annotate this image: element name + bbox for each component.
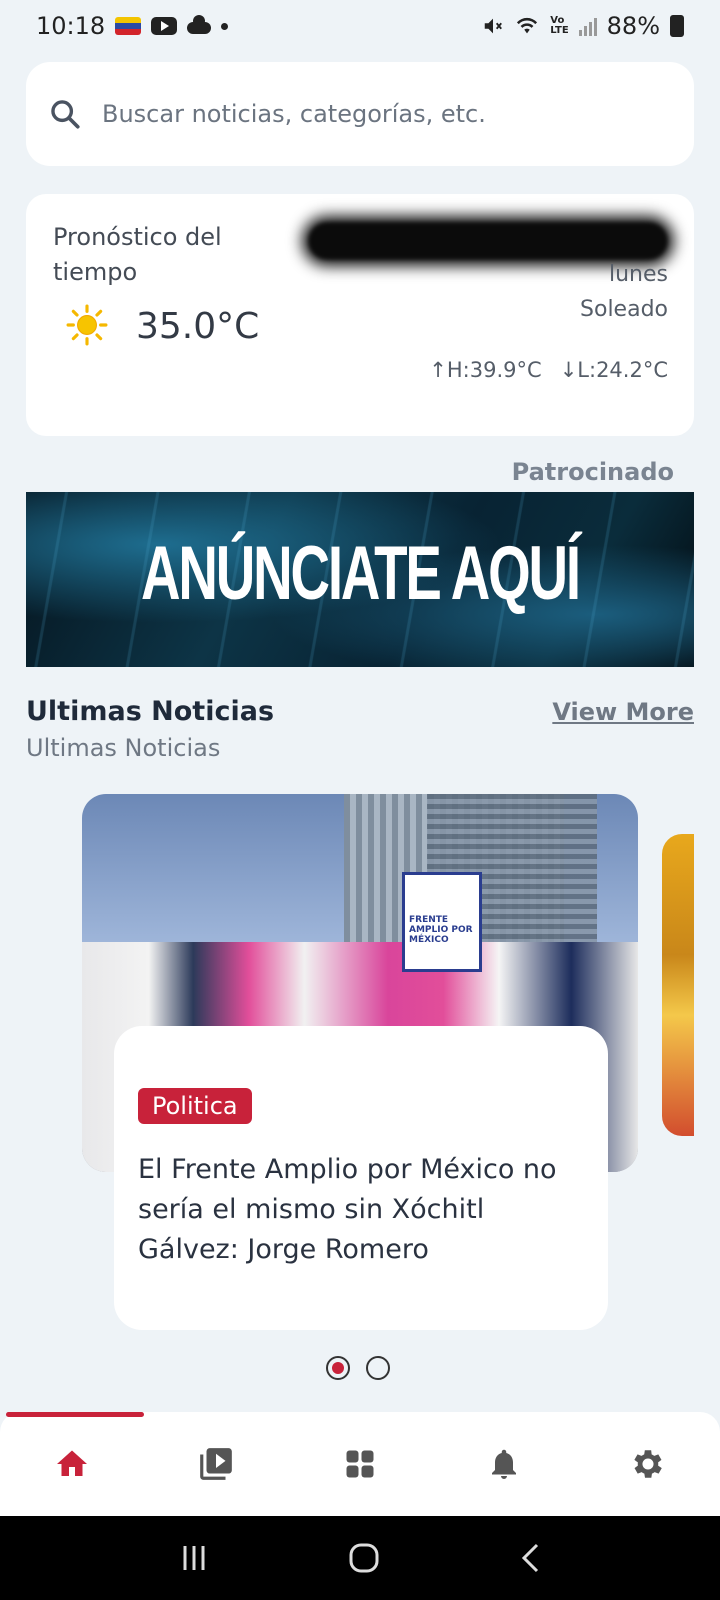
weather-location-text: La Paloma ··· Mexi...: [443, 226, 664, 251]
status-left: 10:18: [36, 12, 229, 40]
carousel-dots: [326, 1356, 390, 1380]
weather-temperature: 35.0°C: [136, 306, 260, 347]
weather-title: Pronóstico del tiempo: [53, 223, 222, 286]
weather-card[interactable]: Pronóstico del tiempo La Paloma ··· Mexi…: [26, 194, 694, 436]
search-input[interactable]: [102, 100, 662, 128]
recent-apps-icon[interactable]: [179, 1544, 209, 1572]
nav-videos[interactable]: [186, 1434, 246, 1494]
bottom-nav: [0, 1412, 720, 1516]
ad-banner-text: ANÚNCIATE AQUÍ: [141, 531, 581, 616]
weather-low-value: L:24.2°C: [577, 358, 668, 382]
status-right: Vo LTE 88%: [482, 12, 684, 40]
weather-low: ↓L:24.2°C: [559, 358, 668, 382]
bell-icon: [492, 1449, 516, 1479]
flag-icon: [115, 17, 142, 35]
home-icon: [57, 1450, 87, 1476]
battery-percent: 88%: [606, 12, 660, 40]
volte-icon: Vo LTE: [550, 15, 569, 36]
weather-high: ↑H:39.9°C: [429, 358, 542, 382]
grid-icon: [346, 1450, 374, 1478]
dot-icon: [221, 22, 229, 30]
carousel-dot-2[interactable]: [366, 1356, 390, 1380]
carousel-dot-1[interactable]: [326, 1356, 350, 1380]
weather-high-value: H:39.9°C: [446, 358, 542, 382]
nav-notifications[interactable]: [474, 1434, 534, 1494]
mute-icon: [485, 18, 503, 34]
nav-settings[interactable]: [618, 1434, 678, 1494]
news-card[interactable]: Politica El Frente Amplio por México no …: [114, 1026, 608, 1330]
weather-condition: Soleado: [580, 297, 668, 322]
podium-graphic: FRENTE AMPLIO POR MÉXICO: [402, 872, 482, 972]
sponsored-label: Patrocinado: [511, 458, 674, 486]
weather-location: La Paloma ··· Mexi...: [308, 222, 668, 260]
video-library-icon: [200, 1448, 232, 1480]
view-more-link[interactable]: View More: [552, 698, 694, 726]
nav-categories[interactable]: [330, 1434, 390, 1494]
back-icon[interactable]: [519, 1542, 541, 1574]
wifi-icon: [517, 17, 538, 34]
status-bar: 10:18 Vo LTE 88%: [0, 0, 720, 52]
battery-icon: [670, 15, 684, 37]
gear-icon: [634, 1450, 662, 1478]
status-time: 10:18: [36, 12, 106, 40]
ad-banner[interactable]: ANÚNCIATE AQUÍ: [26, 492, 694, 667]
weather-day: lunes: [609, 262, 668, 287]
search-bar[interactable]: [26, 62, 694, 166]
home-button-icon[interactable]: [348, 1542, 380, 1574]
category-badge[interactable]: Politica: [138, 1088, 252, 1124]
section-subtitle: Ultimas Noticias: [26, 734, 221, 762]
signal-icon: [578, 16, 597, 36]
nav-home[interactable]: [42, 1434, 102, 1494]
next-slide-peek[interactable]: [662, 834, 694, 1136]
search-icon: [51, 100, 80, 129]
section-title: Ultimas Noticias: [26, 696, 275, 727]
youtube-icon: [151, 17, 178, 35]
system-nav-bar: [0, 1516, 720, 1600]
news-title[interactable]: El Frente Amplio por México no sería el …: [138, 1150, 588, 1270]
sun-icon: [66, 304, 108, 346]
nav-active-indicator: [6, 1412, 144, 1417]
podium-text: FRENTE AMPLIO POR MÉXICO: [409, 915, 473, 945]
weather-high-low: ↑H:39.9°C ↓L:24.2°C: [429, 358, 668, 382]
cloud-icon: [187, 15, 212, 34]
